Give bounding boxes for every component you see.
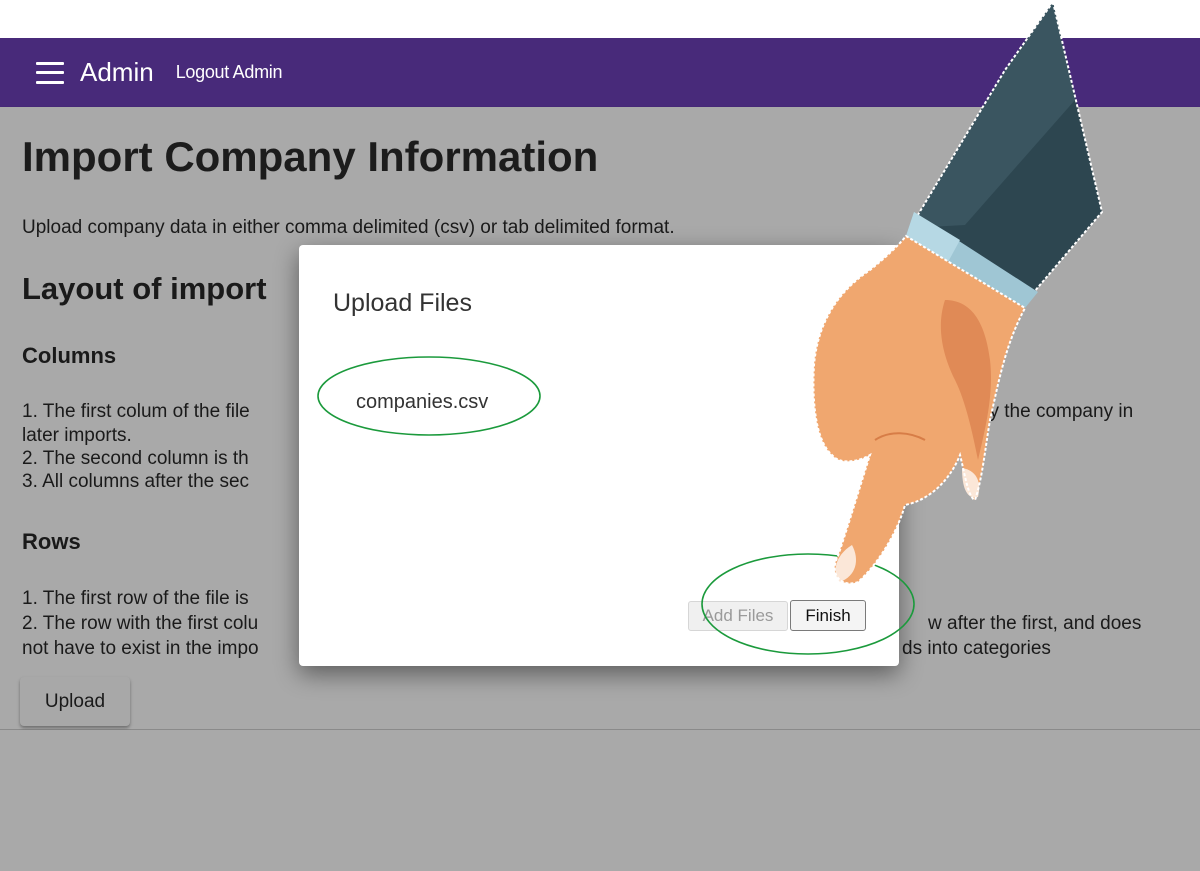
- app-bar: Admin Logout Admin: [0, 38, 1200, 107]
- columns-line-1b: later imports.: [22, 425, 132, 446]
- rows-line-1: 1. The first row of the file is: [22, 588, 249, 609]
- columns-heading: Columns: [22, 343, 117, 368]
- dialog-title: Upload Files: [333, 289, 472, 317]
- columns-line-2: 2. The second column is th: [22, 448, 249, 469]
- columns-line-1-end: ify the company in: [980, 401, 1134, 422]
- uploaded-file-name: companies.csv: [356, 391, 489, 413]
- hamburger-menu-icon[interactable]: [36, 61, 64, 84]
- rows-line-2-end: w after the first, and does: [928, 613, 1142, 634]
- app-title[interactable]: Admin: [80, 57, 154, 88]
- finish-button[interactable]: Finish: [790, 600, 866, 631]
- layout-heading: Layout of import: [22, 271, 267, 306]
- rows-line-3-end: ds into categories: [902, 638, 1051, 659]
- logout-link[interactable]: Logout Admin: [176, 62, 283, 83]
- add-files-button[interactable]: Add Files: [688, 601, 788, 631]
- columns-line-1: 1. The first colum of the file: [22, 401, 250, 422]
- page-title: Import Company Information: [22, 133, 599, 180]
- upload-files-dialog: Upload Files companies.csv Add Files Fin…: [299, 245, 899, 666]
- upload-button[interactable]: Upload: [20, 677, 130, 726]
- page-background: [0, 730, 1200, 871]
- rows-heading: Rows: [22, 529, 81, 554]
- rows-line-2: 2. The row with the first colu: [22, 613, 259, 634]
- columns-line-3: 3. All columns after the sec: [22, 471, 250, 492]
- rows-line-3: not have to exist in the impo: [22, 638, 259, 659]
- intro-text: Upload company data in either comma deli…: [22, 217, 675, 238]
